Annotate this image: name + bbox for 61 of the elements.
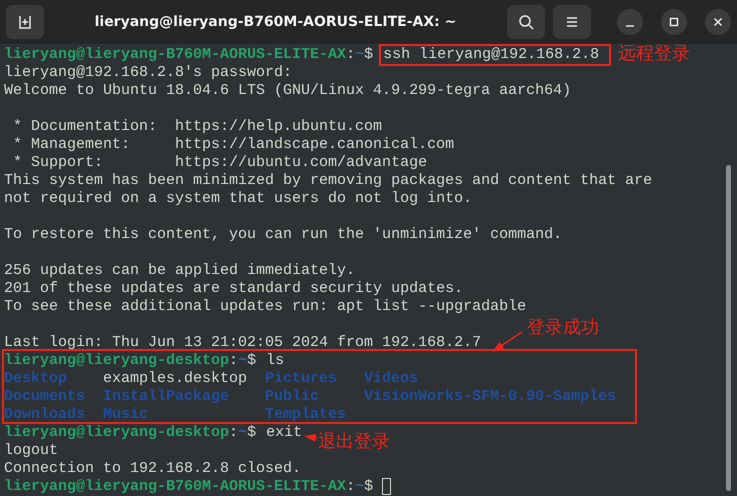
maximize-button[interactable] — [661, 9, 687, 35]
prompt-symbol: $ — [364, 46, 374, 64]
close-button[interactable] — [705, 9, 731, 35]
command-text: ls — [266, 352, 284, 370]
prompt-path: ~ — [355, 46, 364, 64]
directory-name: InstallPackage — [103, 388, 230, 406]
output-text: logout — [4, 442, 58, 460]
prompt-path: ~ — [355, 478, 364, 496]
directory-name: Public — [265, 388, 320, 406]
directory-name: Videos — [364, 370, 420, 388]
annotation-label: 登录成功 — [527, 316, 599, 339]
output-text: * Documentation: https://help.ubuntu.com — [12, 118, 382, 136]
annotation-label: 退出登录 — [318, 430, 390, 453]
framed-command: ssh lieryang@192.168.2.8 — [379, 44, 612, 66]
close-icon — [713, 17, 723, 27]
output-text: Connection to 192.168.2.8 closed. — [4, 460, 302, 478]
search-button[interactable] — [507, 5, 545, 39]
output-text: 256 updates can be applied immediately. — [4, 262, 356, 280]
window-title: lieryang@lieryang-B760M-AORUS-ELITE-AX: ~ — [94, 14, 458, 30]
maximize-icon — [669, 17, 679, 27]
prompt-user-host: lieryang@lieryang-B760M-AORUS-ELITE-AX — [4, 478, 346, 496]
directory-name: Documents — [4, 388, 86, 406]
new-tab-icon — [17, 14, 33, 30]
prompt-path: ~ — [238, 424, 248, 442]
output-text: To see these additional updates run: apt list --upgradable — [4, 298, 526, 316]
search-icon — [518, 14, 534, 30]
new-tab-button[interactable] — [6, 5, 44, 39]
directory-name: Pictures — [265, 370, 338, 388]
annotation-arrow — [492, 331, 522, 352]
output-text: not required on a system that users do not log into. — [4, 190, 472, 208]
output-text: * Management: https://landscape.canonical.com — [12, 136, 454, 154]
file-name: examples.desktop — [103, 370, 248, 388]
output-text: 201 of these updates are standard security updates. — [4, 280, 464, 298]
output-text: To restore this content, you can run the 'unminimize' command. — [4, 226, 562, 244]
prompt-separator: : — [346, 46, 356, 64]
output-text: * Support: https://ubuntu.com/advantage — [12, 154, 428, 172]
prompt-separator: : — [229, 424, 238, 442]
directory-name: VisionWorks-SFM-0.90-Samples — [364, 388, 618, 406]
prompt-symbol: $ — [247, 424, 256, 442]
directory-name: Music — [103, 406, 150, 424]
prompt-separator: : — [346, 478, 356, 496]
directory-name: Downloads — [4, 406, 86, 424]
prompt-user-host: lieryang@lieryang-desktop — [4, 424, 230, 442]
prompt-symbol: $ — [247, 352, 256, 370]
command-text: exit — [266, 424, 302, 442]
output-text: Welcome to Ubuntu 18.04.6 LTS (GNU/Linux 4.9.299-tegra aarch64) — [4, 82, 572, 100]
prompt-user-host: lieryang@lieryang-B760M-AORUS-ELITE-AX — [4, 46, 346, 64]
prompt-symbol: $ — [364, 478, 374, 496]
minimize-icon — [625, 25, 635, 27]
menu-button[interactable] — [553, 5, 591, 39]
prompt-path: ~ — [238, 352, 248, 370]
directory-name: Templates — [265, 406, 348, 424]
prompt-user-host: lieryang@lieryang-desktop — [4, 352, 230, 370]
output-text: Last login: Thu Jun 13 21:02:05 2024 from 192.168.2.7 — [4, 334, 482, 352]
annotation-arrow — [304, 434, 318, 442]
output-text: lieryang@192.168.2.8's password: — [4, 64, 292, 82]
annotation-label: 远程登录 — [618, 42, 690, 65]
minimize-button[interactable] — [617, 9, 643, 35]
output-text: This system has been minimized by removing packages and content that are — [4, 172, 652, 190]
directory-name: Desktop — [4, 370, 68, 388]
prompt-separator: : — [229, 352, 238, 370]
